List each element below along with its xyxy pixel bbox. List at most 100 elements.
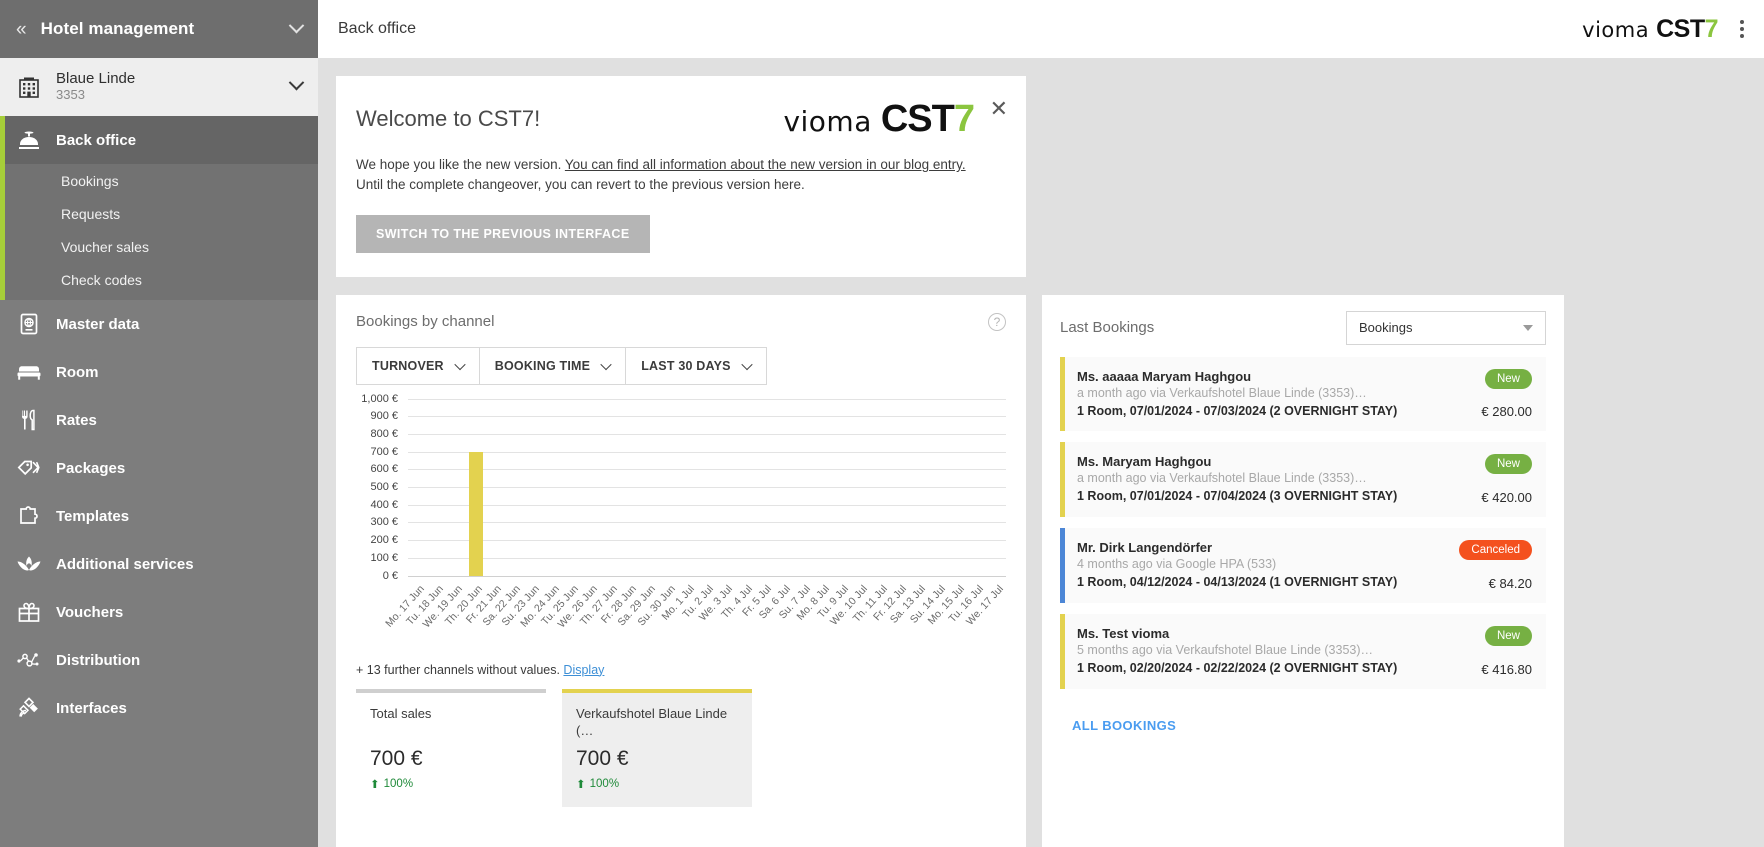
bar-slot[interactable] [775, 399, 794, 576]
bookings-title: Last Bookings [1060, 319, 1155, 336]
all-bookings-link[interactable]: ALL BOOKINGS [1060, 718, 1546, 733]
booking-row[interactable]: Ms. Maryam Haghgou a month ago via Verkau… [1060, 442, 1546, 518]
chart-bar[interactable] [468, 451, 483, 576]
bar-slot[interactable] [620, 399, 639, 576]
sidebar-item-label: Rates [56, 411, 97, 429]
bar-slot[interactable] [697, 399, 716, 576]
chevron-down-icon [454, 358, 466, 370]
booking-status-amount: New € 280.00 [1424, 368, 1532, 419]
total-label: Verkaufshotel Blaue Linde (… [576, 705, 728, 739]
close-icon[interactable]: ✕ [990, 98, 1008, 120]
bar-slot[interactable] [968, 399, 987, 576]
bar-slot[interactable] [447, 399, 466, 576]
bar-slot[interactable] [504, 399, 523, 576]
sidebar-subitem-check-codes[interactable]: Check codes [0, 263, 318, 296]
chart-bars [408, 399, 1006, 576]
bar-slot[interactable] [640, 399, 659, 576]
x-axis-slot: We. 17 Jul [963, 579, 1006, 653]
welcome-banner: Welcome to CST7! vioma CST 7 ✕ We hope y… [336, 76, 1026, 277]
bar-slot[interactable] [717, 399, 736, 576]
kebab-menu-icon[interactable] [1736, 16, 1748, 42]
logo-seven-text: 7 [953, 98, 975, 140]
booking-status-amount: Canceled € 84.20 [1424, 540, 1532, 591]
bar-slot[interactable] [852, 399, 871, 576]
question-mark-icon[interactable]: ? [988, 312, 1006, 331]
booking-status-amount: New € 416.80 [1424, 626, 1532, 677]
sidebar-item-label: Room [56, 363, 99, 381]
chevron-down-icon[interactable] [288, 74, 305, 96]
bar-slot[interactable] [659, 399, 678, 576]
bar-slot[interactable] [794, 399, 813, 576]
bar-slot[interactable] [678, 399, 697, 576]
y-axis-tick-label: 300 € [370, 516, 398, 529]
sidebar-item-distribution[interactable]: Distribution [0, 636, 318, 684]
booking-row[interactable]: Ms. aaaaa Maryam Haghgou a month ago via … [1060, 356, 1546, 432]
status-badge: Canceled [1459, 540, 1532, 561]
booking-meta: 4 months ago via Google HPA (533) [1077, 557, 1277, 572]
sidebar-item-packages[interactable]: Packages [0, 444, 318, 492]
chevron-down-icon [741, 358, 753, 370]
bar-slot[interactable] [427, 399, 446, 576]
booking-amount: € 416.80 [1481, 662, 1532, 677]
chevron-down-icon [1523, 324, 1533, 331]
chart-filter-group: TURNOVER BOOKING TIME LAST 30 DAYS [356, 346, 767, 385]
bar-slot[interactable] [948, 399, 967, 576]
booking-guest-name: Ms. Test vioma [1077, 626, 1170, 642]
app-root: « Hotel management Blaue Linde 3353 Back… [0, 0, 1764, 847]
filter-date-range-button[interactable]: LAST 30 DAYS [625, 346, 767, 385]
bar-slot[interactable] [929, 399, 948, 576]
blog-entry-link[interactable]: You can find all information about the n… [565, 157, 966, 172]
bar-slot[interactable] [833, 399, 852, 576]
filter-turnover-button[interactable]: TURNOVER [356, 346, 479, 385]
sidebar: « Hotel management Blaue Linde 3353 Back… [0, 0, 318, 847]
bar-slot[interactable] [736, 399, 755, 576]
sidebar-subitem-requests[interactable]: Requests [0, 197, 318, 230]
y-axis: 1,000 € 900 € 800 € 700 € 600 € 500 € 400 € 300… [356, 393, 404, 582]
bookings-type-select[interactable]: Bookings [1346, 310, 1546, 345]
booking-row[interactable]: Ms. Test vioma 5 months ago via Verkaufsh… [1060, 614, 1546, 689]
sidebar-item-vouchers[interactable]: Vouchers [0, 588, 318, 636]
sidebar-item-master-data[interactable]: Master data [0, 300, 318, 348]
total-delta: ⬆ 100% [370, 777, 532, 791]
bar-slot[interactable] [755, 399, 774, 576]
sidebar-item-interfaces[interactable]: Interfaces [0, 684, 318, 732]
y-axis-tick-label: 0 € [382, 569, 398, 582]
bar-slot[interactable] [910, 399, 929, 576]
bar-slot[interactable] [485, 399, 504, 576]
bar-slot[interactable] [813, 399, 832, 576]
bar-slot[interactable] [466, 399, 485, 576]
bar-slot[interactable] [987, 399, 1006, 576]
sidebar-subitem-bookings[interactable]: Bookings [0, 164, 318, 197]
sidebar-subitem-voucher-sales[interactable]: Voucher sales [0, 230, 318, 263]
cutlery-icon [16, 409, 42, 431]
sidebar-item-additional-services[interactable]: Additional services [0, 540, 318, 588]
booking-status-amount: New € 420.00 [1424, 454, 1532, 505]
sidebar-item-templates[interactable]: Templates [0, 492, 318, 540]
display-channels-link[interactable]: Display [563, 663, 604, 677]
bar-slot[interactable] [524, 399, 543, 576]
booking-row[interactable]: Mr. Dirk Langendörfer 4 months ago via Go… [1060, 528, 1546, 604]
booking-stay: 1 Room, 07/01/2024 - 07/04/2024 (3 OVERN… [1077, 488, 1414, 505]
bar-slot[interactable] [562, 399, 581, 576]
bar-slot[interactable] [582, 399, 601, 576]
bar-slot[interactable] [871, 399, 890, 576]
logo-seven-text: 7 [1704, 14, 1719, 43]
filter-booking-time-button[interactable]: BOOKING TIME [478, 346, 626, 385]
bar-slot[interactable] [543, 399, 562, 576]
chevron-down-icon[interactable] [288, 17, 305, 37]
sidebar-item-back-office[interactable]: Back office [0, 116, 318, 164]
bar-slot[interactable] [601, 399, 620, 576]
hotel-selector[interactable]: Blaue Linde 3353 [0, 58, 318, 116]
sidebar-item-room[interactable]: Room [0, 348, 318, 396]
sidebar-item-rates[interactable]: Rates [0, 396, 318, 444]
switch-previous-interface-button[interactable]: SWITCH TO THE PREVIOUS INTERFACE [356, 214, 650, 253]
satellite-icon [16, 697, 42, 719]
bar-slot[interactable] [890, 399, 909, 576]
tags-icon [16, 458, 42, 478]
x-axis-labels: Mo. 17 Jun Tu. 18 Jun We. 19 Jun Th. 20 Jun… [383, 579, 1006, 653]
collapse-sidebar-icon[interactable]: « [16, 20, 27, 39]
bar-slot[interactable] [408, 399, 427, 576]
banner-text: We hope you like the new version. You ca… [356, 155, 1000, 196]
booking-rooms: 1 Room [1077, 403, 1123, 418]
sidebar-item-label: Distribution [56, 651, 141, 669]
